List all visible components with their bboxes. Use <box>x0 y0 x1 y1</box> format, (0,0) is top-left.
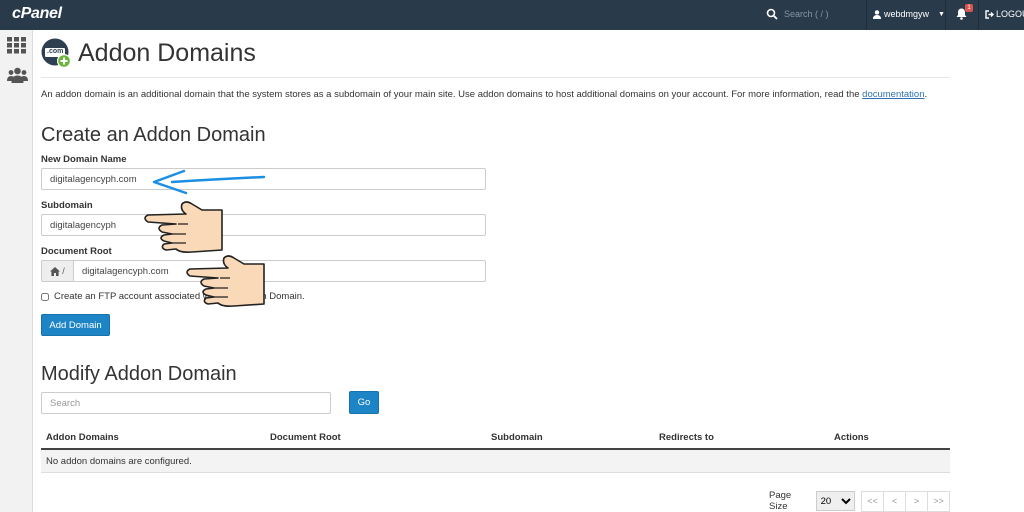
table-row: No addon domains are configured. <box>41 450 950 473</box>
username: webdmgyw <box>884 9 930 19</box>
logout-icon <box>985 9 994 19</box>
cpanel-logo[interactable]: cPanel <box>12 5 62 23</box>
document-root-input[interactable] <box>73 260 486 282</box>
addon-domains-icon: .com <box>41 38 72 69</box>
search-icon <box>766 7 780 21</box>
ftp-checkbox[interactable] <box>41 292 49 301</box>
top-search-input[interactable] <box>784 9 864 19</box>
document-root-label: Document Root <box>41 246 112 257</box>
next-page-button[interactable]: > <box>905 490 928 512</box>
caret-down-icon: ▼ <box>938 10 945 18</box>
logout-button[interactable]: LOGOUT <box>985 9 1024 19</box>
column-header-redirects-to[interactable]: Redirects to <box>659 432 714 443</box>
previous-page-button[interactable]: < <box>883 490 906 512</box>
divider <box>945 0 946 30</box>
top-search[interactable] <box>766 7 864 21</box>
column-header-subdomain[interactable]: Subdomain <box>491 432 543 443</box>
page-size-select[interactable]: 20 <box>815 491 855 511</box>
pagination: Page Size 20 << < > >> <box>769 490 950 512</box>
divider <box>41 77 950 78</box>
pointing-hand-annotation <box>144 201 223 253</box>
page-description: An addon domain is an additional domain … <box>41 89 927 100</box>
subdomain-input[interactable] <box>41 214 486 236</box>
users-icon[interactable] <box>7 67 28 88</box>
description-text: An addon domain is an additional domain … <box>41 89 863 100</box>
divider <box>978 0 979 30</box>
column-header-actions: Actions <box>834 432 869 443</box>
icon-text: .com <box>47 48 64 55</box>
add-domain-button[interactable]: Add Domain <box>41 314 110 336</box>
page-header: .com Addon Domains <box>41 38 256 69</box>
go-button[interactable]: Go <box>349 391 379 414</box>
new-domain-label: New Domain Name <box>41 154 127 165</box>
user-menu[interactable]: webdmgyw ▼ <box>873 9 945 19</box>
logout-label: LOGOUT <box>996 9 1024 19</box>
divider <box>866 0 867 30</box>
blue-arrow-annotation <box>152 169 266 195</box>
top-bar: cPanel webdmgyw ▼ 1 LOGOUT <box>0 0 1024 30</box>
addon-domains-table: Addon Domains Document Root Subdomain Re… <box>41 430 950 473</box>
subdomain-label: Subdomain <box>41 200 93 211</box>
documentation-link[interactable]: documentation <box>862 89 924 100</box>
table-header: Addon Domains Document Root Subdomain Re… <box>41 430 950 450</box>
user-icon <box>873 9 881 19</box>
pager-buttons: << < > >> <box>861 490 950 512</box>
column-header-document-root[interactable]: Document Root <box>270 432 341 443</box>
create-heading: Create an Addon Domain <box>41 124 266 146</box>
column-header-addon-domains[interactable]: Addon Domains <box>46 432 119 443</box>
notifications[interactable]: 1 <box>956 4 973 25</box>
apps-grid-icon[interactable] <box>7 37 26 59</box>
empty-message: No addon domains are configured. <box>46 456 192 467</box>
document-root-prefix: / <box>41 260 73 282</box>
last-page-button[interactable]: >> <box>927 490 950 512</box>
notification-badge: 1 <box>965 4 973 12</box>
sidebar <box>0 30 33 512</box>
page-title: Addon Domains <box>78 39 256 67</box>
page-size-label: Page Size <box>769 490 792 512</box>
prefix-slash: / <box>62 266 65 276</box>
pointing-hand-annotation-2 <box>186 255 265 307</box>
addon-search-input[interactable] <box>41 392 331 414</box>
description-end: . <box>924 89 928 100</box>
modify-heading: Modify Addon Domain <box>41 363 237 385</box>
home-icon <box>50 266 61 276</box>
first-page-button[interactable]: << <box>861 490 884 512</box>
